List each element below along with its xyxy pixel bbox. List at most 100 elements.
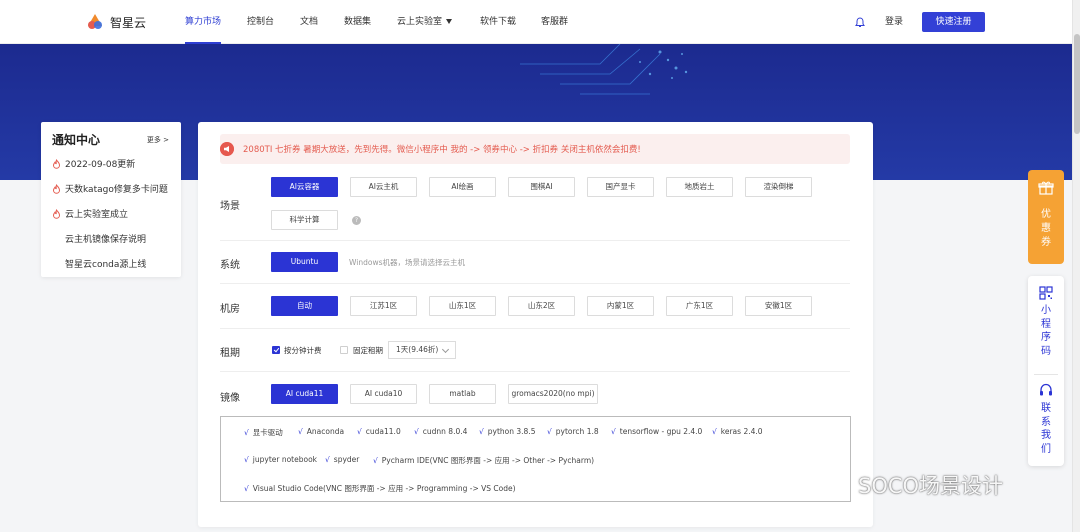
scene-option-ai-container[interactable]: AI云容器 (271, 177, 338, 197)
software-item: √ 显卡驱动 (244, 427, 283, 438)
notice-item-text: 天数katago修复多卡问题 (65, 185, 168, 195)
scene-option-go-ai[interactable]: 围棋AI (508, 177, 575, 197)
wechat-icon (819, 472, 850, 497)
scene-option-scientific[interactable]: 科学计算 (271, 210, 338, 230)
notice-item[interactable]: 智星云conda源上线 (52, 257, 146, 270)
top-navbar: 智星云 算力市场 控制台 文档 数据集 云上实验室 软件下载 客服群 登录 快速… (0, 0, 1072, 44)
brand-logo[interactable]: 智星云 (86, 12, 146, 32)
nav-label: 算力市场 (185, 17, 222, 27)
by-minute-label[interactable]: 按分钟计费 (284, 345, 322, 356)
check-icon: √ (244, 428, 249, 437)
scene-option-ai-host[interactable]: AI云主机 (350, 177, 417, 197)
check-icon: √ (414, 427, 419, 436)
fire-icon (52, 208, 61, 219)
notice-item[interactable]: 天数katago修复多卡问题 (52, 182, 168, 195)
page-scrollbar[interactable] (1072, 0, 1080, 532)
notice-item[interactable]: 云上实验室成立 (52, 207, 128, 220)
divider (1034, 374, 1058, 375)
room-option-auto[interactable]: 自动 (271, 296, 338, 316)
row-divider (220, 371, 850, 372)
megaphone-icon (220, 142, 234, 156)
software-name: cudnn 8.0.4 (422, 427, 468, 436)
watermark-text: SOCO场景设计 (858, 474, 1004, 498)
gift-icon (1038, 181, 1054, 195)
notice-item-text: 云主机镜像保存说明 (65, 235, 147, 245)
image-option-cuda10[interactable]: AI cuda10 (350, 384, 417, 404)
scrollbar-thumb[interactable] (1074, 34, 1080, 134)
row-divider (220, 283, 850, 284)
fixed-term-label[interactable]: 固定租期 (353, 345, 383, 356)
check-icon: √ (325, 455, 330, 464)
scene-option-geotech[interactable]: 地质岩土 (666, 177, 733, 197)
room-option-guangdong1[interactable]: 广东1区 (666, 296, 733, 316)
nav-datasets[interactable]: 数据集 (344, 0, 371, 44)
login-link[interactable]: 登录 (885, 0, 903, 44)
software-item: √ python 3.8.5 (479, 427, 535, 436)
room-option-shandong1[interactable]: 山东1区 (429, 296, 496, 316)
room-option-shandong2[interactable]: 山东2区 (508, 296, 575, 316)
notice-item-text: 2022-09-08更新 (65, 160, 136, 170)
check-icon: √ (244, 455, 249, 464)
room-option-neimeng1[interactable]: 内蒙1区 (587, 296, 654, 316)
software-item: √ pytorch 1.8 (547, 427, 599, 436)
contact-us-link[interactable]: 联 系 我 们 (1028, 402, 1064, 456)
notice-item-text: 智星云conda源上线 (65, 260, 147, 270)
fixed-term-checkbox[interactable] (340, 346, 348, 354)
image-option-matlab[interactable]: matlab (429, 384, 496, 404)
nav-software-download[interactable]: 软件下载 (480, 0, 516, 44)
notice-more-link[interactable]: 更多 > (147, 135, 169, 145)
chevron-down-icon (446, 19, 453, 24)
nav-label: 控制台 (247, 17, 275, 27)
nav-service-group[interactable]: 客服群 (541, 0, 568, 44)
notice-title: 通知中心 (52, 133, 101, 147)
software-item: √ jupyter notebook (244, 455, 317, 464)
software-name: cuda11.0 (365, 427, 401, 436)
notice-item[interactable]: 云主机镜像保存说明 (52, 232, 146, 245)
brand-logo-icon (88, 14, 102, 29)
room-option-jiangsu1[interactable]: 江苏1区 (350, 296, 417, 316)
duration-select[interactable]: 1天(9.46折) (388, 341, 456, 359)
nav-docs[interactable]: 文档 (300, 0, 318, 44)
by-minute-checkbox[interactable] (272, 346, 280, 354)
system-option-ubuntu[interactable]: Ubuntu (271, 252, 338, 272)
bell-icon[interactable] (855, 17, 865, 28)
headset-icon[interactable] (1039, 383, 1053, 397)
notice-center-panel: 通知中心 更多 > 2022-09-08更新 天数katago修复多卡问题 云上… (41, 122, 181, 277)
software-item: √ Anaconda (298, 427, 344, 436)
software-item: √ spyder (325, 455, 359, 464)
system-label: 系统 (220, 260, 240, 271)
scene-label: 场景 (220, 201, 240, 212)
scene-option-domestic-gpu[interactable]: 国产显卡 (587, 177, 654, 197)
duration-value: 1天(9.46折) (396, 345, 439, 354)
nav-cloud-lab[interactable]: 云上实验室 (397, 0, 453, 44)
help-icon[interactable]: ? (352, 216, 361, 225)
software-name: jupyter notebook (252, 455, 318, 464)
coupon-float-button[interactable]: 优 惠 券 (1028, 170, 1064, 264)
row-divider (220, 240, 850, 241)
software-name: Pycharm IDE(VNC 图形界面 -> 应用 -> Other -> P… (381, 456, 595, 465)
nav-console[interactable]: 控制台 (247, 0, 274, 44)
nav-label: 文档 (300, 17, 319, 27)
image-option-cuda11[interactable]: AI cuda11 (271, 384, 338, 404)
side-float-panel: 小 程 序 码 联 系 我 们 (1028, 276, 1064, 466)
register-button[interactable]: 快速注册 (922, 12, 985, 32)
system-note: Windows机器，场景请选择云主机 (349, 258, 465, 267)
scene-option-ai-painting[interactable]: AI绘画 (429, 177, 496, 197)
notice-item[interactable]: 2022-09-08更新 (52, 157, 135, 170)
miniprogram-link[interactable]: 小 程 序 码 (1028, 304, 1064, 358)
scene-option-render[interactable]: 渲染倒梯 (745, 177, 812, 197)
software-name: spyder (333, 455, 360, 464)
software-name: 显卡驱动 (252, 428, 283, 437)
software-name: Anaconda (306, 427, 345, 436)
image-option-gromacs[interactable]: gromacs2020(no mpi) (508, 384, 598, 404)
software-item: √ cuda11.0 (357, 427, 401, 436)
nav-compute-market[interactable]: 算力市场 (185, 0, 222, 44)
nav-label: 数据集 (344, 17, 372, 27)
qrcode-icon[interactable] (1039, 286, 1053, 300)
active-tab-indicator (185, 42, 222, 44)
room-option-anhui1[interactable]: 安徽1区 (745, 296, 812, 316)
check-icon: √ (298, 427, 303, 436)
nav-label: 客服群 (541, 17, 569, 27)
check-icon: √ (357, 427, 362, 436)
software-name: keras 2.4.0 (720, 427, 763, 436)
